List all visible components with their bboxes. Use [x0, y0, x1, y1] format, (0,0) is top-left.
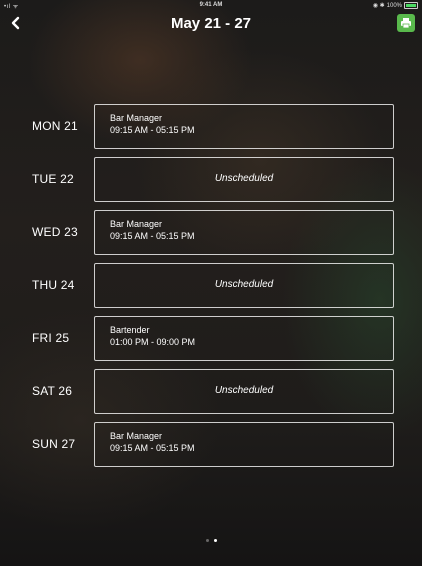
schedule-row: THU 24 Unscheduled: [0, 263, 422, 308]
shift-card[interactable]: Bar Manager 09:15 AM - 05:15 PM: [94, 422, 394, 467]
schedule-row: WED 23 Bar Manager 09:15 AM - 05:15 PM: [0, 210, 422, 255]
schedule-row: TUE 22 Unscheduled: [0, 157, 422, 202]
unscheduled-card[interactable]: Unscheduled: [94, 157, 394, 202]
page-dot[interactable]: [205, 539, 209, 542]
schedule-row: MON 21 Bar Manager 09:15 AM - 05:15 PM: [0, 104, 422, 149]
page-title: May 21 - 27: [170, 15, 252, 32]
page-indicator[interactable]: [0, 539, 422, 542]
day-label: THU 24: [32, 278, 75, 292]
shift-time: 01:00 PM - 09:00 PM: [110, 337, 196, 347]
status-time: 9:41 AM: [199, 2, 223, 8]
print-button[interactable]: [397, 14, 415, 32]
shift-role: Bartender: [110, 325, 150, 335]
unscheduled-label: Unscheduled: [214, 385, 274, 396]
page-dot-active[interactable]: [213, 539, 217, 542]
bluetooth-icon: ◉ ✱: [372, 3, 385, 9]
shift-time: 09:15 AM - 05:15 PM: [110, 443, 195, 453]
status-bar: •ıl ᯤ 9:41 AM ◉ ✱ 100%: [0, 0, 422, 12]
unscheduled-label: Unscheduled: [214, 173, 274, 184]
shift-card[interactable]: Bar Manager 09:15 AM - 05:15 PM: [94, 104, 394, 149]
schedule-row: SUN 27 Bar Manager 09:15 AM - 05:15 PM: [0, 422, 422, 467]
schedule-screen: •ıl ᯤ 9:41 AM ◉ ✱ 100% May 21 - 27 MON 2…: [0, 0, 422, 566]
shift-role: Bar Manager: [110, 431, 163, 441]
unscheduled-label: Unscheduled: [214, 279, 274, 290]
unscheduled-card[interactable]: Unscheduled: [94, 369, 394, 414]
day-label: SAT 26: [32, 384, 73, 398]
unscheduled-card[interactable]: Unscheduled: [94, 263, 394, 308]
shift-role: Bar Manager: [110, 219, 163, 229]
day-label: MON 21: [32, 119, 78, 133]
shift-role: Bar Manager: [110, 113, 163, 123]
schedule-row: FRI 25 Bartender 01:00 PM - 09:00 PM: [0, 316, 422, 361]
shift-card[interactable]: Bartender 01:00 PM - 09:00 PM: [94, 316, 394, 361]
printer-icon: [401, 18, 411, 29]
battery-percent: 100%: [386, 2, 402, 9]
schedule-row: SAT 26 Unscheduled: [0, 369, 422, 414]
shift-time: 09:15 AM - 05:15 PM: [110, 231, 195, 241]
battery-icon: [404, 2, 418, 9]
shift-card[interactable]: Bar Manager 09:15 AM - 05:15 PM: [94, 210, 394, 255]
day-label: SUN 27: [32, 437, 76, 451]
day-label: TUE 22: [32, 172, 74, 186]
shift-time: 09:15 AM - 05:15 PM: [110, 125, 195, 135]
day-label: WED 23: [32, 225, 78, 239]
status-right: ◉ ✱ 100%: [373, 2, 418, 9]
day-label: FRI 25: [32, 331, 70, 345]
